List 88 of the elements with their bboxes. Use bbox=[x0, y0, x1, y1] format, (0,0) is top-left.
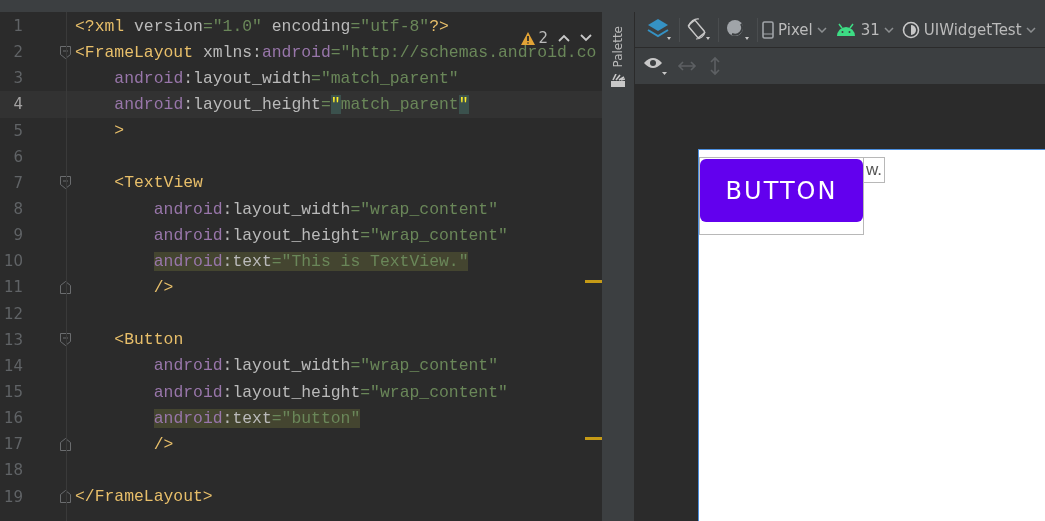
marker-stripe[interactable] bbox=[585, 280, 602, 283]
code-token: ="utf-8" bbox=[350, 16, 430, 36]
code-token: ="wrap_content" bbox=[350, 356, 498, 376]
next-icon[interactable] bbox=[580, 34, 592, 42]
code-token: encoding bbox=[271, 16, 351, 36]
line-number: 12 bbox=[2, 304, 23, 323]
code-token: > bbox=[114, 121, 125, 141]
line-number: 8 bbox=[12, 200, 23, 219]
code-token: :layout_width bbox=[222, 356, 351, 376]
fold-icon bbox=[60, 280, 71, 294]
code-token: ="1.0" bbox=[202, 16, 262, 36]
layers-icon[interactable] bbox=[647, 17, 673, 42]
code-token: </FrameLayout> bbox=[75, 487, 213, 507]
device-dropdown[interactable]: Pixel bbox=[758, 16, 831, 43]
line-number: 5 bbox=[12, 121, 23, 140]
code-token: ="match_parent" bbox=[311, 68, 459, 88]
code-token: /> bbox=[153, 434, 174, 454]
eye-icon[interactable] bbox=[643, 55, 669, 77]
fold-icon bbox=[60, 437, 71, 451]
code-token: android bbox=[153, 199, 223, 219]
code-token: version bbox=[134, 16, 203, 36]
line-number: 7 bbox=[12, 173, 23, 192]
line-number: 4 bbox=[12, 95, 23, 114]
code-token: " bbox=[330, 95, 341, 114]
code-token: ="wrap_content" bbox=[360, 382, 508, 402]
code-token: android bbox=[153, 408, 223, 428]
code-token: <Button bbox=[114, 330, 184, 350]
fold-icon bbox=[60, 176, 71, 190]
theme-dropdown[interactable]: UIWidgetTest bbox=[897, 16, 1040, 43]
previous-icon[interactable] bbox=[558, 34, 570, 42]
line-number: 13 bbox=[2, 330, 23, 349]
code-token: " bbox=[458, 95, 469, 114]
fold-icon bbox=[60, 45, 71, 59]
code-token: android bbox=[114, 68, 184, 88]
theme-icon[interactable] bbox=[725, 17, 751, 42]
code-token: ="button" bbox=[271, 408, 361, 428]
caret-icon bbox=[883, 26, 894, 33]
code-token: android bbox=[261, 42, 331, 62]
line-number: 6 bbox=[12, 147, 23, 166]
api-dropdown[interactable]: 31 bbox=[830, 16, 898, 43]
code-token: android bbox=[153, 251, 223, 271]
code-token: /> bbox=[153, 277, 174, 297]
caret-icon bbox=[1025, 26, 1036, 33]
line-number: 17 bbox=[2, 435, 23, 454]
code-token: ="wrap_content" bbox=[350, 199, 498, 219]
code-token: ="wrap_content" bbox=[360, 225, 508, 245]
code-token: android bbox=[114, 95, 184, 114]
line-number: 19 bbox=[2, 487, 23, 506]
code-token: = bbox=[320, 95, 331, 114]
code-token: <?xml bbox=[75, 16, 125, 36]
marker-stripe[interactable] bbox=[585, 437, 602, 440]
line-number: 9 bbox=[12, 226, 23, 245]
palette-tab[interactable]: Palette bbox=[611, 26, 625, 68]
line-number: 10 bbox=[2, 252, 23, 271]
code-token: :text bbox=[222, 251, 272, 271]
code-token: :layout_height bbox=[222, 382, 361, 402]
line-number: 14 bbox=[2, 356, 23, 375]
code-token: <FrameLayout bbox=[75, 42, 194, 62]
line-number: 2 bbox=[12, 43, 23, 62]
code-token: :text bbox=[222, 408, 272, 428]
code-token: android bbox=[153, 225, 223, 245]
code-token: xmlns: bbox=[202, 42, 262, 62]
code-token: android bbox=[153, 356, 223, 376]
line-number: 16 bbox=[2, 409, 23, 428]
fold-icon bbox=[60, 490, 71, 504]
code-token: match_parent bbox=[340, 95, 459, 114]
line-number: 3 bbox=[12, 69, 23, 88]
code-token: <TextView bbox=[114, 173, 203, 193]
warning-icon bbox=[521, 31, 536, 45]
line-number: 11 bbox=[2, 278, 23, 297]
fold-icon bbox=[60, 333, 71, 347]
line-number: 15 bbox=[2, 383, 23, 402]
preview-button[interactable]: BUTTON bbox=[700, 159, 863, 222]
code-token: ?> bbox=[429, 16, 449, 36]
code-token: ="This is TextView." bbox=[271, 251, 469, 271]
palette-icon[interactable] bbox=[611, 73, 625, 87]
code-token: :layout_width bbox=[183, 68, 312, 88]
code-token: android bbox=[153, 382, 223, 402]
contrast-icon bbox=[901, 20, 920, 39]
android-icon bbox=[834, 22, 857, 37]
code-token: :layout_height bbox=[183, 95, 321, 114]
code-token: :layout_width bbox=[222, 199, 351, 219]
caret-icon bbox=[816, 26, 827, 33]
line-number: 1 bbox=[12, 17, 23, 36]
rotate-icon[interactable] bbox=[686, 17, 712, 42]
phone-icon bbox=[762, 20, 774, 39]
code-token: :layout_height bbox=[222, 225, 361, 245]
line-number: 18 bbox=[2, 461, 23, 480]
